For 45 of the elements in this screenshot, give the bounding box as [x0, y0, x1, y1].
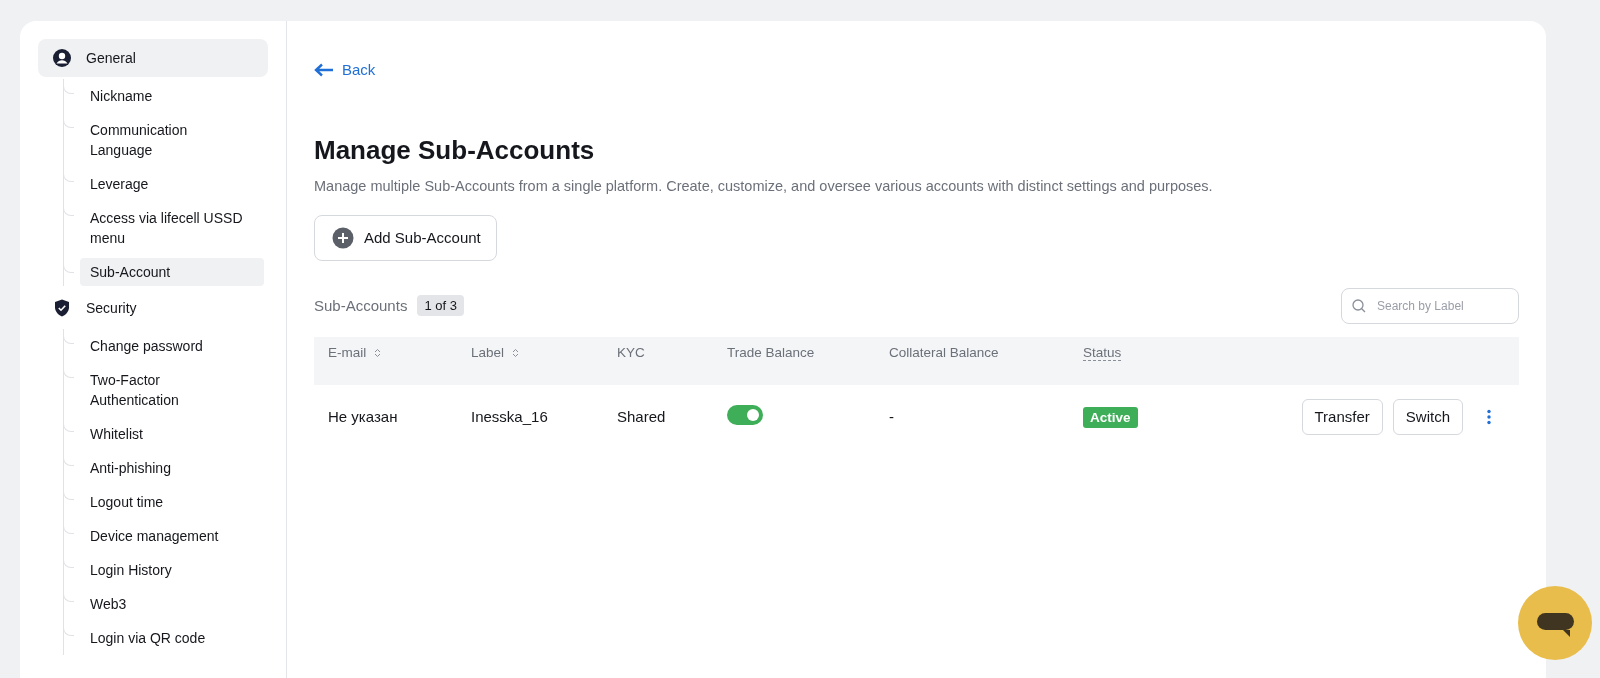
sidebar-group[interactable]: General	[38, 39, 268, 77]
page-description: Manage multiple Sub-Accounts from a single platform. Create, customize, and oversee various accounts with distinct settings and purposes.	[314, 176, 1214, 196]
sidebar-item[interactable]: Sub-Account	[80, 258, 264, 286]
sidebar-item[interactable]: Nickname	[80, 79, 264, 113]
sidebar-item[interactable]: Two-Factor Authentication	[80, 363, 264, 417]
table-cell: Inesska_16	[471, 407, 548, 425]
user-icon	[52, 48, 72, 68]
row-action-button[interactable]: Transfer	[1301, 398, 1383, 435]
sidebar-item[interactable]: Logout time	[80, 485, 264, 519]
toggle-switch[interactable]	[727, 404, 763, 425]
search-field[interactable]: Search by Label	[1341, 287, 1519, 324]
sidebar-item[interactable]: Whitelist	[80, 417, 264, 451]
sidebar-item[interactable]: Leverage	[80, 167, 264, 201]
count-badge: 1 of 3	[417, 295, 464, 316]
status-badge: Active	[1083, 406, 1138, 428]
section-label: Sub-Accounts	[314, 297, 408, 314]
column-header: KYC	[617, 345, 645, 360]
sidebar-item[interactable]: Access via lifecell USSD menu	[80, 201, 264, 255]
back-arrow-icon	[314, 62, 334, 77]
column-header: Collateral Balance	[889, 345, 999, 360]
sidebar-item[interactable]: Anti-phishing	[80, 451, 264, 485]
table-cell: Не указан	[328, 407, 398, 425]
sort-icon[interactable]	[374, 347, 382, 358]
table-cell: Shared	[617, 407, 666, 425]
row-action-button[interactable]: Switch	[1392, 398, 1463, 435]
column-header: Trade Balance	[727, 345, 815, 360]
column-header[interactable]: Status	[1083, 344, 1122, 361]
column-header[interactable]: Label	[471, 345, 505, 360]
column-header[interactable]: E-mail	[328, 345, 367, 360]
back-link[interactable]: Back	[314, 61, 376, 78]
plus-circle-icon	[332, 226, 354, 249]
sidebar-item[interactable]: Login via QR code	[80, 621, 264, 655]
sidebar-item[interactable]: Web3	[80, 587, 264, 621]
page-title: Manage Sub-Accounts	[314, 133, 596, 167]
sidebar-item[interactable]: Login History	[80, 553, 264, 587]
shield-check-icon	[52, 298, 72, 318]
sidebar-item[interactable]: Change password	[80, 329, 264, 363]
sidebar-item[interactable]: Communication Language	[80, 113, 264, 167]
table-cell: -	[889, 407, 894, 425]
chat-button[interactable]	[1518, 586, 1592, 660]
more-options-icon[interactable]	[1487, 408, 1491, 425]
add-sub-account-button[interactable]: Add Sub-Account	[314, 214, 497, 261]
sidebar-group[interactable]: Security	[38, 289, 268, 327]
sort-icon[interactable]	[512, 347, 520, 358]
sidebar-item[interactable]: Device management	[80, 519, 264, 553]
